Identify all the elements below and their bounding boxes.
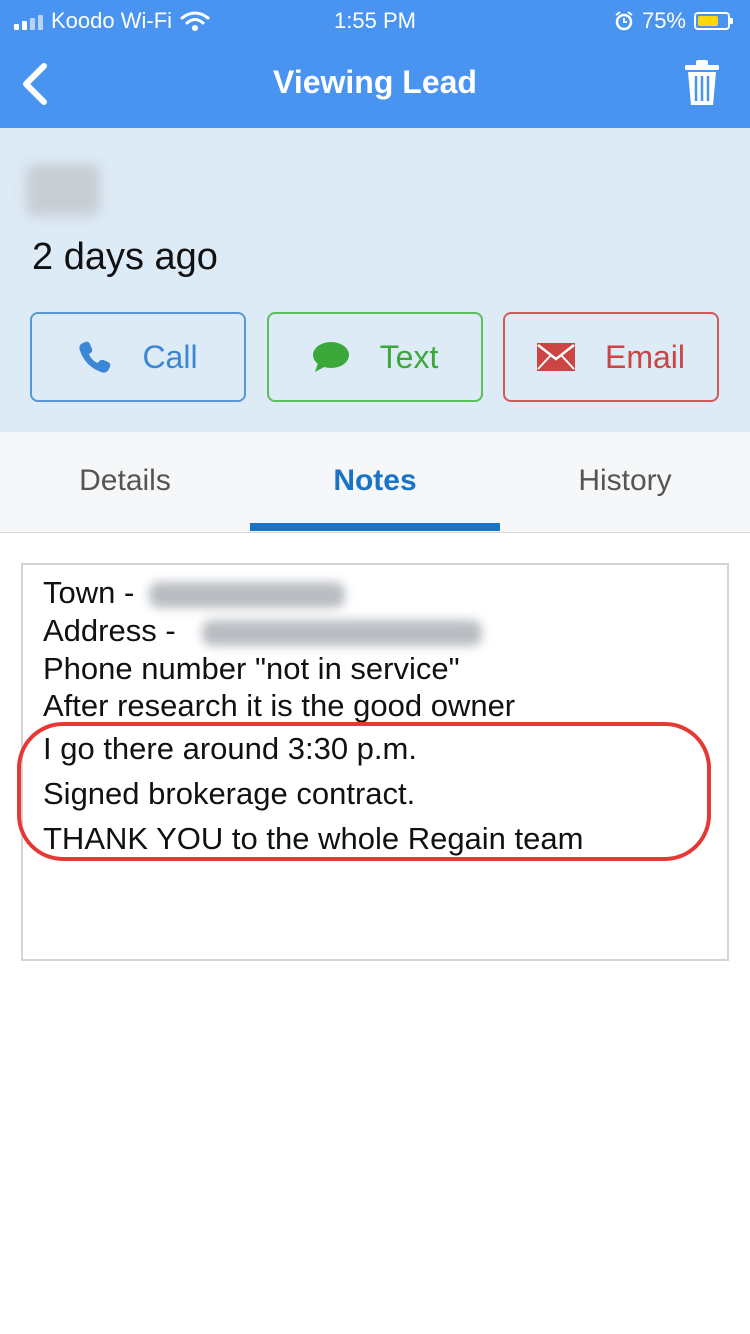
- phone-icon: [79, 341, 111, 373]
- town-label: Town -: [43, 575, 135, 610]
- call-button[interactable]: Call: [30, 312, 246, 402]
- tab-notes[interactable]: Notes: [250, 464, 500, 498]
- lead-time-ago: 2 days ago: [32, 236, 218, 278]
- tab-history[interactable]: History: [500, 464, 750, 498]
- email-label: Email: [604, 338, 685, 375]
- chat-bubble-icon: [312, 342, 349, 372]
- lead-header: 2 days ago Call Text Email: [0, 128, 750, 432]
- tab-bar: Details Notes History: [0, 432, 750, 533]
- town-value-redacted: [148, 581, 345, 608]
- battery-percent: 75%: [641, 8, 686, 33]
- address-value-redacted: [202, 619, 483, 646]
- highlight-annotation: [17, 722, 711, 861]
- tab-active-indicator: [250, 523, 500, 531]
- page-title: Viewing Lead: [273, 64, 477, 100]
- lead-name-redacted: [26, 164, 100, 216]
- note-line-research: After research it is the good owner: [43, 688, 516, 723]
- tab-details[interactable]: Details: [0, 464, 250, 498]
- address-label: Address -: [43, 613, 176, 648]
- note-address: Address -: [43, 613, 483, 649]
- nav-bar: Viewing Lead: [0, 42, 750, 128]
- trash-icon[interactable]: [684, 60, 720, 106]
- status-bar: Koodo Wi-Fi 1:55 PM 75%: [0, 0, 750, 42]
- note-town: Town -: [43, 575, 345, 611]
- text-label: Text: [379, 338, 439, 375]
- text-button[interactable]: Text: [267, 312, 483, 402]
- note-line-phone: Phone number "not in service": [43, 651, 460, 686]
- top-bar: Koodo Wi-Fi 1:55 PM 75% Viewing Lead: [0, 0, 750, 128]
- call-label: Call: [142, 338, 198, 375]
- email-button[interactable]: Email: [503, 312, 719, 402]
- alarm-icon: [615, 11, 633, 31]
- battery-icon: [694, 12, 733, 30]
- envelope-icon: [536, 343, 575, 371]
